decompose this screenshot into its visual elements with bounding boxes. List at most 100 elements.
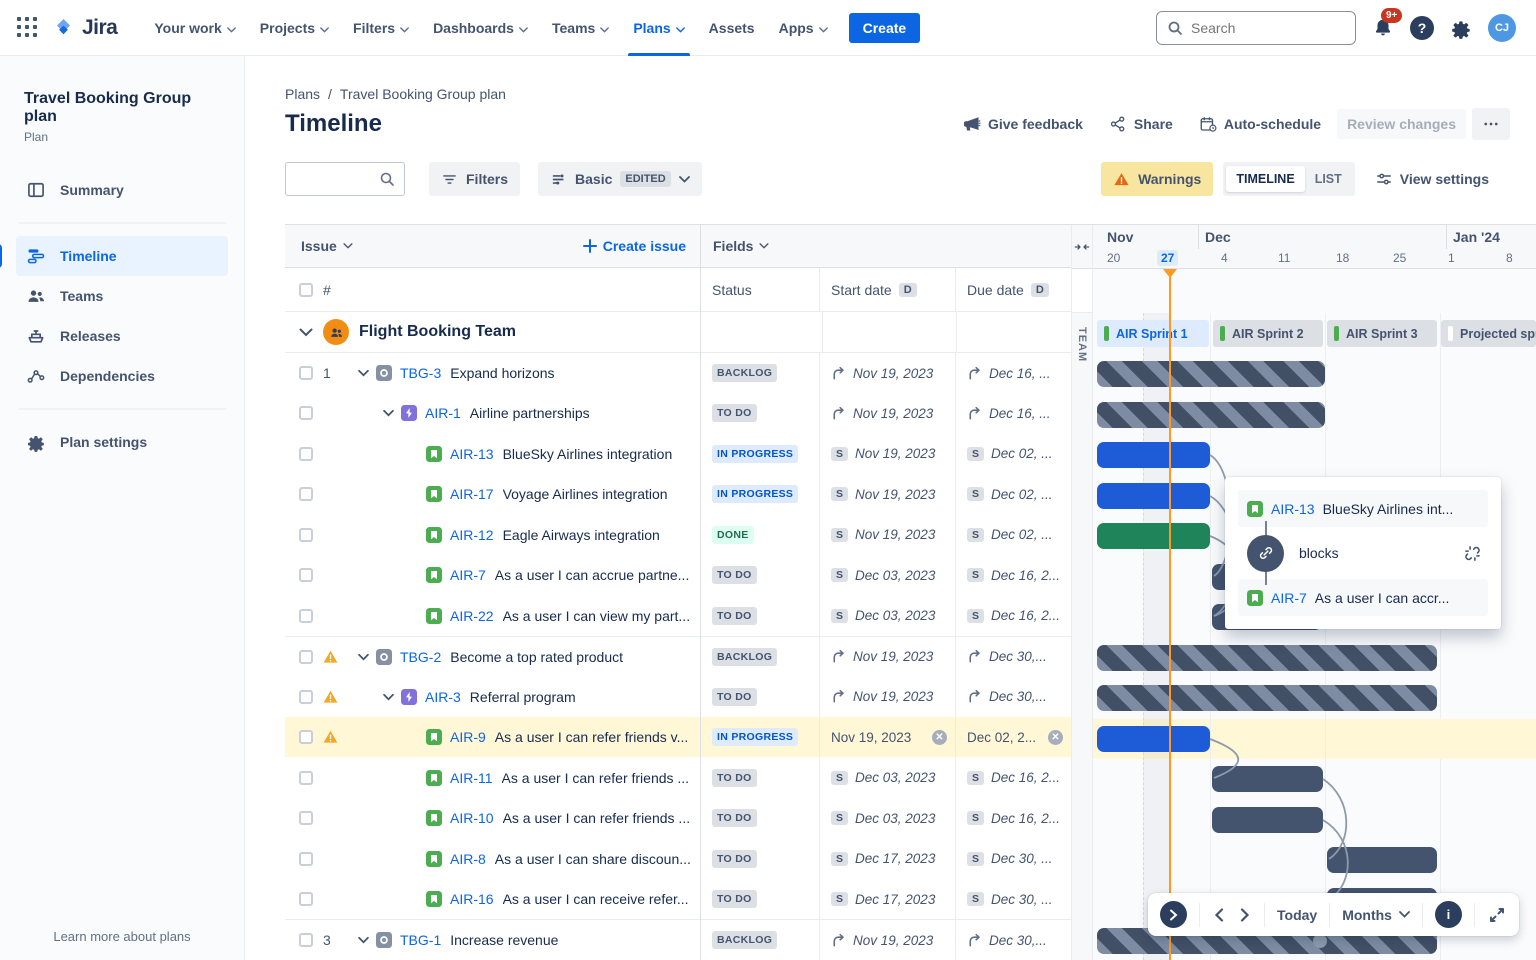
sprint-chip-air-sprint-3[interactable]: AIR Sprint 3 — [1327, 320, 1437, 347]
status-lozenge[interactable]: BACKLOG — [712, 648, 777, 666]
row-checkbox[interactable] — [299, 811, 313, 825]
chevron-down-icon[interactable] — [382, 693, 395, 701]
status-lozenge[interactable]: IN PROGRESS — [712, 485, 798, 503]
search-input[interactable] — [1191, 20, 1331, 36]
notifications-button[interactable]: 9+ — [1372, 17, 1394, 39]
tooltip-target-key[interactable]: AIR-7 — [1271, 590, 1307, 606]
scroll-right-button[interactable] — [1238, 908, 1252, 922]
due-date-cell[interactable]: SDec 30, ... — [956, 838, 1071, 879]
row-checkbox[interactable] — [299, 366, 313, 380]
status-lozenge[interactable]: BACKLOG — [712, 364, 777, 382]
row-checkbox[interactable] — [299, 771, 313, 785]
scroll-left-button[interactable] — [1212, 908, 1226, 922]
sidebar-item-summary[interactable]: Summary — [16, 170, 228, 210]
help-button[interactable]: ? — [1410, 16, 1434, 40]
issue-key[interactable]: AIR-3 — [425, 689, 461, 705]
sprint-chip-air-sprint-2[interactable]: AIR Sprint 2 — [1213, 320, 1323, 347]
nav-item-dashboards[interactable]: Dashboards — [422, 0, 539, 56]
status-lozenge[interactable]: TO DO — [712, 566, 757, 584]
sidebar-item-dependencies[interactable]: Dependencies — [16, 356, 228, 396]
gantt-bar-air-9[interactable] — [1097, 726, 1210, 752]
review-changes-button[interactable]: Review changes — [1337, 109, 1466, 139]
start-date-cell[interactable]: Nov 19, 2023 — [820, 637, 956, 677]
expand-chevron[interactable] — [357, 936, 376, 944]
status-lozenge[interactable]: TO DO — [712, 850, 757, 868]
status-lozenge[interactable]: TO DO — [712, 688, 757, 706]
issue-key[interactable]: AIR-8 — [450, 851, 486, 867]
issue-row-air-7[interactable]: AIR-7As a user I can accrue partne... — [285, 555, 700, 596]
issue-key[interactable]: AIR-11 — [450, 770, 493, 786]
start-date-cell[interactable]: SDec 03, 2023 — [820, 798, 956, 839]
expand-chevron[interactable] — [357, 653, 376, 661]
start-date-cell[interactable]: SDec 03, 2023 — [820, 555, 956, 596]
due-date-column-header[interactable]: Due date — [967, 282, 1024, 298]
issue-row-air-16[interactable]: AIR-16As a user I can receive refer... — [285, 879, 700, 920]
row-checkbox[interactable] — [299, 528, 313, 542]
tooltip-source-issue[interactable]: AIR-13 BlueSky Airlines int... — [1238, 490, 1488, 527]
create-issue-button[interactable]: Create issue — [583, 238, 686, 254]
row-checkbox[interactable] — [299, 406, 313, 420]
breadcrumb-plan-name[interactable]: Travel Booking Group plan — [340, 86, 506, 102]
issue-key[interactable]: AIR-1 — [425, 405, 461, 421]
due-date-cell[interactable]: Dec 30,... — [956, 920, 1071, 960]
status-lozenge[interactable]: TO DO — [712, 769, 757, 787]
due-date-cell[interactable]: SDec 02, ... — [956, 514, 1071, 555]
sidebar-item-timeline[interactable]: Timeline — [16, 236, 228, 276]
view-settings-button[interactable]: View settings — [1365, 163, 1499, 195]
learn-more-link[interactable]: Learn more about plans — [16, 929, 228, 944]
team-group-row[interactable]: Flight Booking Team — [285, 312, 700, 353]
fields-menu-button[interactable]: Fields — [713, 238, 769, 254]
tooltip-target-issue[interactable]: AIR-7 As a user I can accr... — [1238, 579, 1488, 616]
start-date-cell[interactable]: Nov 19, 2023 — [820, 353, 956, 393]
gantt-bar-air-12[interactable] — [1097, 523, 1210, 549]
tooltip-source-key[interactable]: AIR-13 — [1271, 501, 1315, 517]
issue-key[interactable]: AIR-16 — [450, 891, 494, 907]
issue-key[interactable]: AIR-12 — [450, 527, 494, 543]
issue-row-tbg-2[interactable]: TBG-2Become a top rated product — [285, 636, 700, 677]
due-date-cell[interactable]: Dec 16, ... — [956, 353, 1071, 393]
start-date-cell[interactable]: Nov 19, 2023 — [820, 393, 956, 434]
status-column-header[interactable]: Status — [712, 282, 752, 298]
gantt-bar-air-8[interactable] — [1327, 847, 1437, 873]
plan-search-field[interactable] — [285, 162, 405, 196]
due-date-cell[interactable]: Dec 16, ... — [956, 393, 1071, 434]
status-lozenge[interactable]: IN PROGRESS — [712, 445, 798, 463]
today-button[interactable]: Today — [1277, 907, 1317, 923]
issue-row-air-9[interactable]: AIR-9As a user I can refer friends v... — [285, 717, 700, 758]
start-date-cell[interactable]: Nov 19, 2023✕ — [820, 717, 956, 758]
issue-key[interactable]: AIR-17 — [450, 486, 494, 502]
gantt-bar-air-3[interactable] — [1097, 685, 1437, 711]
auto-schedule-button[interactable]: Auto-schedule — [1189, 108, 1331, 140]
issue-key[interactable]: AIR-9 — [450, 729, 486, 745]
view-preset-button[interactable]: Basic EDITED — [538, 162, 702, 196]
zoom-level-dropdown[interactable]: Months — [1342, 907, 1410, 923]
start-date-cell[interactable]: SDec 03, 2023 — [820, 757, 956, 798]
app-switcher-icon[interactable] — [16, 16, 40, 40]
row-checkbox[interactable] — [299, 650, 313, 664]
issue-column-header[interactable]: Issue — [301, 238, 353, 254]
start-date-cell[interactable]: SNov 19, 2023 — [820, 433, 956, 474]
user-avatar[interactable]: CJ — [1488, 14, 1516, 42]
nav-item-your-work[interactable]: Your work — [143, 0, 246, 56]
clear-date-icon[interactable]: ✕ — [932, 730, 947, 745]
status-lozenge[interactable]: BACKLOG — [712, 931, 777, 949]
unlink-icon[interactable] — [1463, 544, 1482, 563]
nav-item-assets[interactable]: Assets — [698, 0, 766, 56]
global-search[interactable] — [1156, 11, 1356, 45]
issue-row-air-22[interactable]: AIR-22As a user I can view my part... — [285, 595, 700, 636]
due-date-cell[interactable]: SDec 16, 2... — [956, 798, 1071, 839]
issue-key[interactable]: AIR-13 — [450, 446, 494, 462]
warnings-button[interactable]: Warnings — [1101, 162, 1213, 196]
fullscreen-icon[interactable] — [1487, 907, 1507, 923]
jira-logo[interactable]: Jira — [52, 16, 117, 40]
give-feedback-button[interactable]: Give feedback — [953, 108, 1093, 140]
due-date-cell[interactable]: SDec 16, 2... — [956, 757, 1071, 798]
issue-key[interactable]: TBG-2 — [400, 649, 441, 665]
breadcrumb-plans[interactable]: Plans — [285, 86, 320, 102]
nav-item-projects[interactable]: Projects — [249, 0, 340, 56]
chevron-down-icon[interactable] — [299, 328, 313, 337]
issue-row-air-11[interactable]: AIR-11As a user I can refer friends ... — [285, 757, 700, 798]
gantt-bar-air-13[interactable] — [1097, 442, 1210, 468]
status-lozenge[interactable]: TO DO — [712, 607, 757, 625]
chevron-down-icon[interactable] — [357, 936, 370, 944]
